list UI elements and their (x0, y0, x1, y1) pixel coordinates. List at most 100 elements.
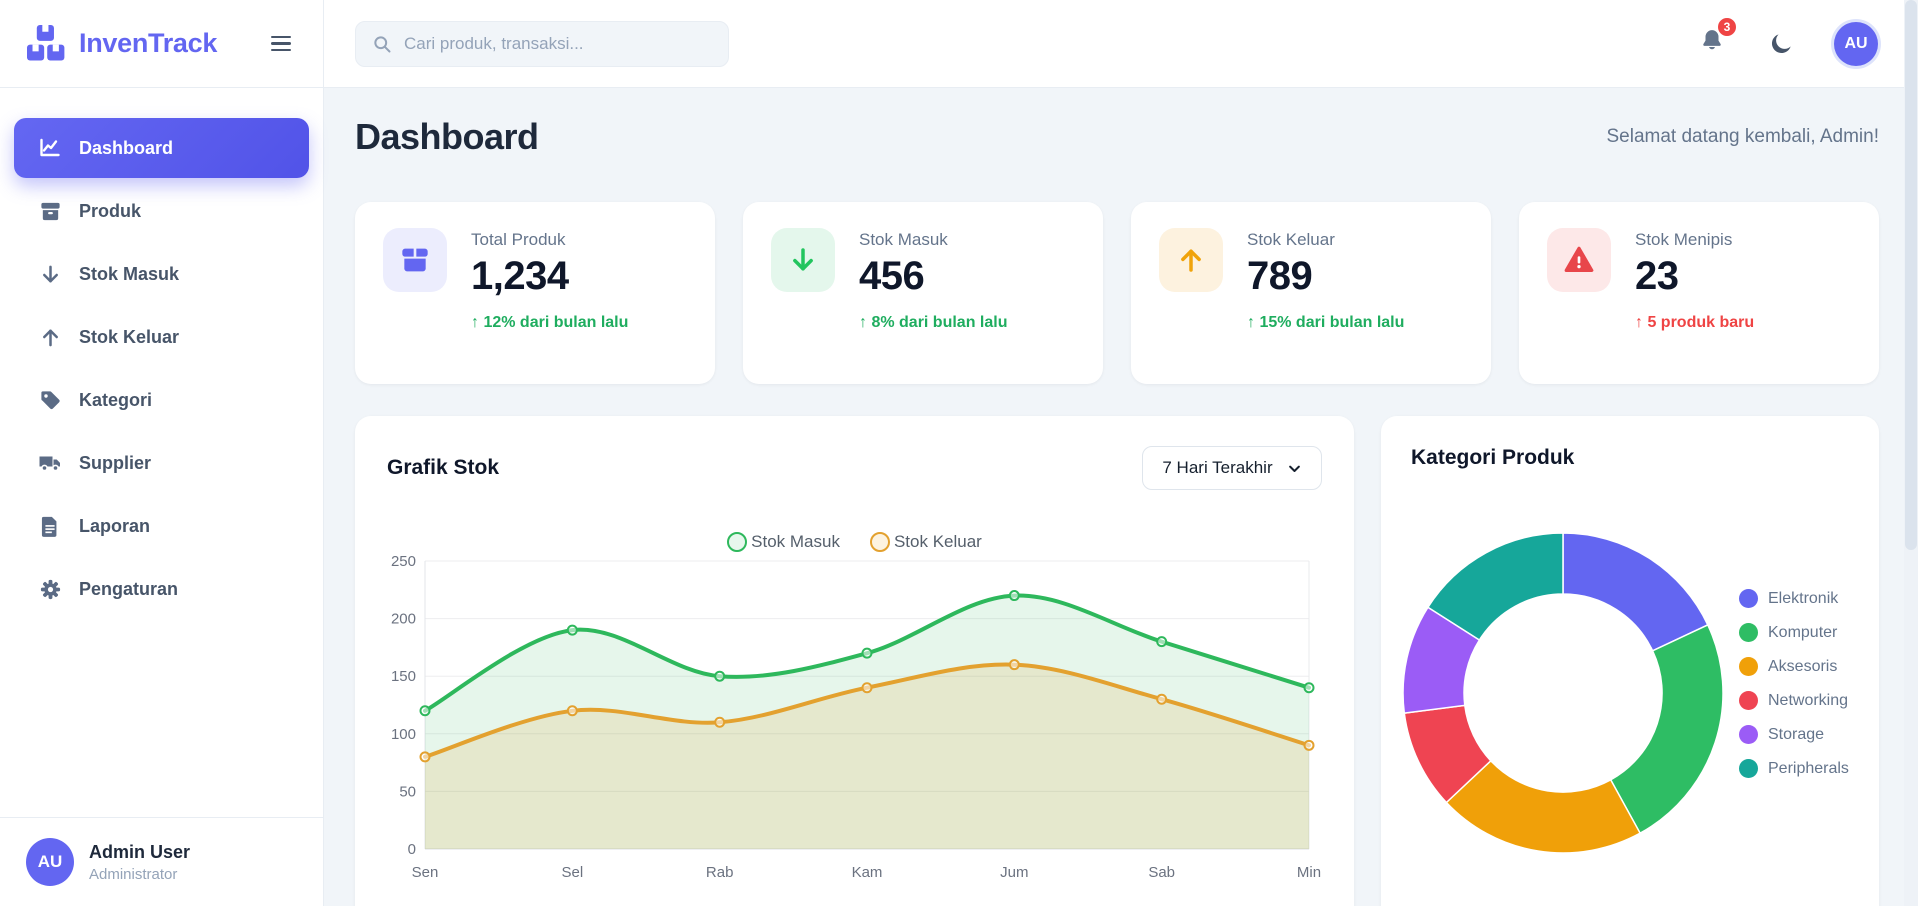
notifications-button[interactable]: 3 (1695, 24, 1729, 63)
gear-icon (38, 577, 62, 601)
legend-label: Storage (1768, 726, 1824, 744)
sidebar-nav: Dashboard Produk Stok Masuk Stok Keluar … (0, 88, 323, 622)
legend-label: Komputer (1768, 624, 1837, 642)
category-chart-title: Kategori Produk (1411, 446, 1849, 470)
legend-marker (1739, 589, 1758, 608)
legend-label: Elektronik (1768, 590, 1838, 608)
period-select[interactable]: 7 Hari Terakhir (1142, 446, 1322, 490)
svg-text:Kam: Kam (852, 864, 883, 881)
stat-card-stok-masuk: Stok Masuk 456 ↑ 8% dari bulan lalu (743, 202, 1103, 384)
legend-label: Networking (1768, 692, 1848, 710)
sidebar-item-laporan[interactable]: Laporan (14, 496, 309, 556)
dark-mode-toggle[interactable] (1765, 27, 1798, 60)
stat-label: Stok Keluar (1247, 230, 1404, 250)
stat-change: ↑ 15% dari bulan lalu (1247, 314, 1404, 332)
sidebar-item-label: Produk (79, 201, 141, 222)
box-icon (38, 199, 62, 223)
legend-marker (870, 532, 890, 552)
moon-icon (1769, 31, 1794, 56)
legend-item-komputer[interactable]: Komputer (1739, 622, 1849, 643)
sidebar-item-pengaturan[interactable]: Pengaturan (14, 559, 309, 619)
legend-marker (1739, 759, 1758, 778)
stat-value: 23 (1635, 254, 1754, 299)
donut-legend: Elektronik Komputer Aksesoris Networking… (1739, 588, 1849, 779)
dashboard-content: Dashboard Selamat datang kembali, Admin!… (324, 88, 1918, 906)
welcome-message: Selamat datang kembali, Admin! (1607, 126, 1880, 148)
search-input[interactable] (404, 34, 712, 54)
sidebar-item-dashboard[interactable]: Dashboard (14, 118, 309, 178)
stat-label: Stok Menipis (1635, 230, 1754, 250)
svg-text:100: 100 (391, 726, 416, 743)
sidebar-item-label: Stok Keluar (79, 327, 179, 348)
stat-value: 456 (859, 254, 1007, 299)
profile-avatar-button[interactable]: AU (1834, 22, 1878, 66)
svg-text:0: 0 (408, 841, 416, 858)
legend-label: Stok Keluar (894, 532, 982, 552)
legend-item-aksesoris[interactable]: Aksesoris (1739, 656, 1849, 677)
stat-change: ↑ 5 produk baru (1635, 314, 1754, 332)
arrow-down-icon (771, 228, 835, 292)
user-avatar: AU (26, 838, 74, 886)
svg-text:250: 250 (391, 555, 416, 570)
search-box (355, 21, 729, 67)
page-title: Dashboard (355, 116, 539, 158)
scrollbar-thumb[interactable] (1905, 0, 1917, 550)
user-name: Admin User (89, 842, 190, 863)
warning-triangle-icon (1547, 228, 1611, 292)
sidebar-item-label: Dashboard (79, 138, 173, 159)
chevron-down-icon (1287, 461, 1302, 476)
sidebar-item-supplier[interactable]: Supplier (14, 433, 309, 493)
user-role: Administrator (89, 866, 190, 883)
arrow-up-icon (1159, 228, 1223, 292)
legend-label: Stok Masuk (751, 532, 840, 552)
stat-change: ↑ 8% dari bulan lalu (859, 314, 1007, 332)
svg-text:Min: Min (1297, 864, 1321, 881)
svg-text:150: 150 (391, 668, 416, 685)
legend-marker (1739, 623, 1758, 642)
sidebar-user: AU Admin User Administrator (0, 817, 323, 906)
legend-item-elektronik[interactable]: Elektronik (1739, 588, 1849, 609)
sidebar-item-label: Laporan (79, 516, 150, 537)
main-area: 3 AU Dashboard Selamat datang kembali, A… (324, 0, 1918, 906)
stat-label: Total Produk (471, 230, 628, 250)
stat-label: Stok Masuk (859, 230, 1007, 250)
category-chart-card: Kategori Produk Elektronik Komputer Akse… (1381, 416, 1879, 906)
sidebar-header: InvenTrack (0, 0, 323, 88)
sidebar-item-kategori[interactable]: Kategori (14, 370, 309, 430)
tag-icon (38, 388, 62, 412)
svg-text:Jum: Jum (1000, 864, 1028, 881)
stat-value: 789 (1247, 254, 1404, 299)
sidebar-item-stok-keluar[interactable]: Stok Keluar (14, 307, 309, 367)
legend-item-peripherals[interactable]: Peripherals (1739, 758, 1849, 779)
sidebar-item-stok-masuk[interactable]: Stok Masuk (14, 244, 309, 304)
svg-text:Sab: Sab (1148, 864, 1175, 881)
stock-chart-title: Grafik Stok (387, 456, 499, 480)
legend-item-stok-masuk[interactable]: Stok Masuk (727, 530, 840, 554)
legend-item-networking[interactable]: Networking (1739, 690, 1849, 711)
sidebar-item-label: Stok Masuk (79, 264, 179, 285)
legend-marker (1739, 725, 1758, 744)
sidebar-item-produk[interactable]: Produk (14, 181, 309, 241)
stat-cards-row: Total Produk 1,234 ↑ 12% dari bulan lalu… (355, 202, 1879, 384)
svg-text:Rab: Rab (706, 864, 734, 881)
scrollbar-track (1904, 0, 1918, 906)
stat-change: ↑ 12% dari bulan lalu (471, 314, 628, 332)
chart-line-icon (38, 136, 62, 160)
stat-card-stok-keluar: Stok Keluar 789 ↑ 15% dari bulan lalu (1131, 202, 1491, 384)
charts-row: Grafik Stok 7 Hari Terakhir Stok Masuk (355, 416, 1879, 906)
document-icon (38, 514, 62, 538)
stat-value: 1,234 (471, 254, 628, 299)
sidebar-item-label: Supplier (79, 453, 151, 474)
stat-card-stok-menipis: Stok Menipis 23 ↑ 5 produk baru (1519, 202, 1879, 384)
legend-marker (1739, 691, 1758, 710)
svg-text:Sen: Sen (412, 864, 439, 881)
legend-marker (1739, 657, 1758, 676)
svg-text:50: 50 (399, 783, 416, 800)
line-legend: Stok Masuk Stok Keluar (387, 530, 1322, 554)
period-selected-value: 7 Hari Terakhir (1162, 458, 1272, 478)
category-donut-chart (1401, 531, 1725, 855)
legend-item-stok-keluar[interactable]: Stok Keluar (870, 530, 982, 554)
legend-marker (727, 532, 747, 552)
legend-item-storage[interactable]: Storage (1739, 724, 1849, 745)
menu-toggle-button[interactable] (265, 30, 297, 58)
